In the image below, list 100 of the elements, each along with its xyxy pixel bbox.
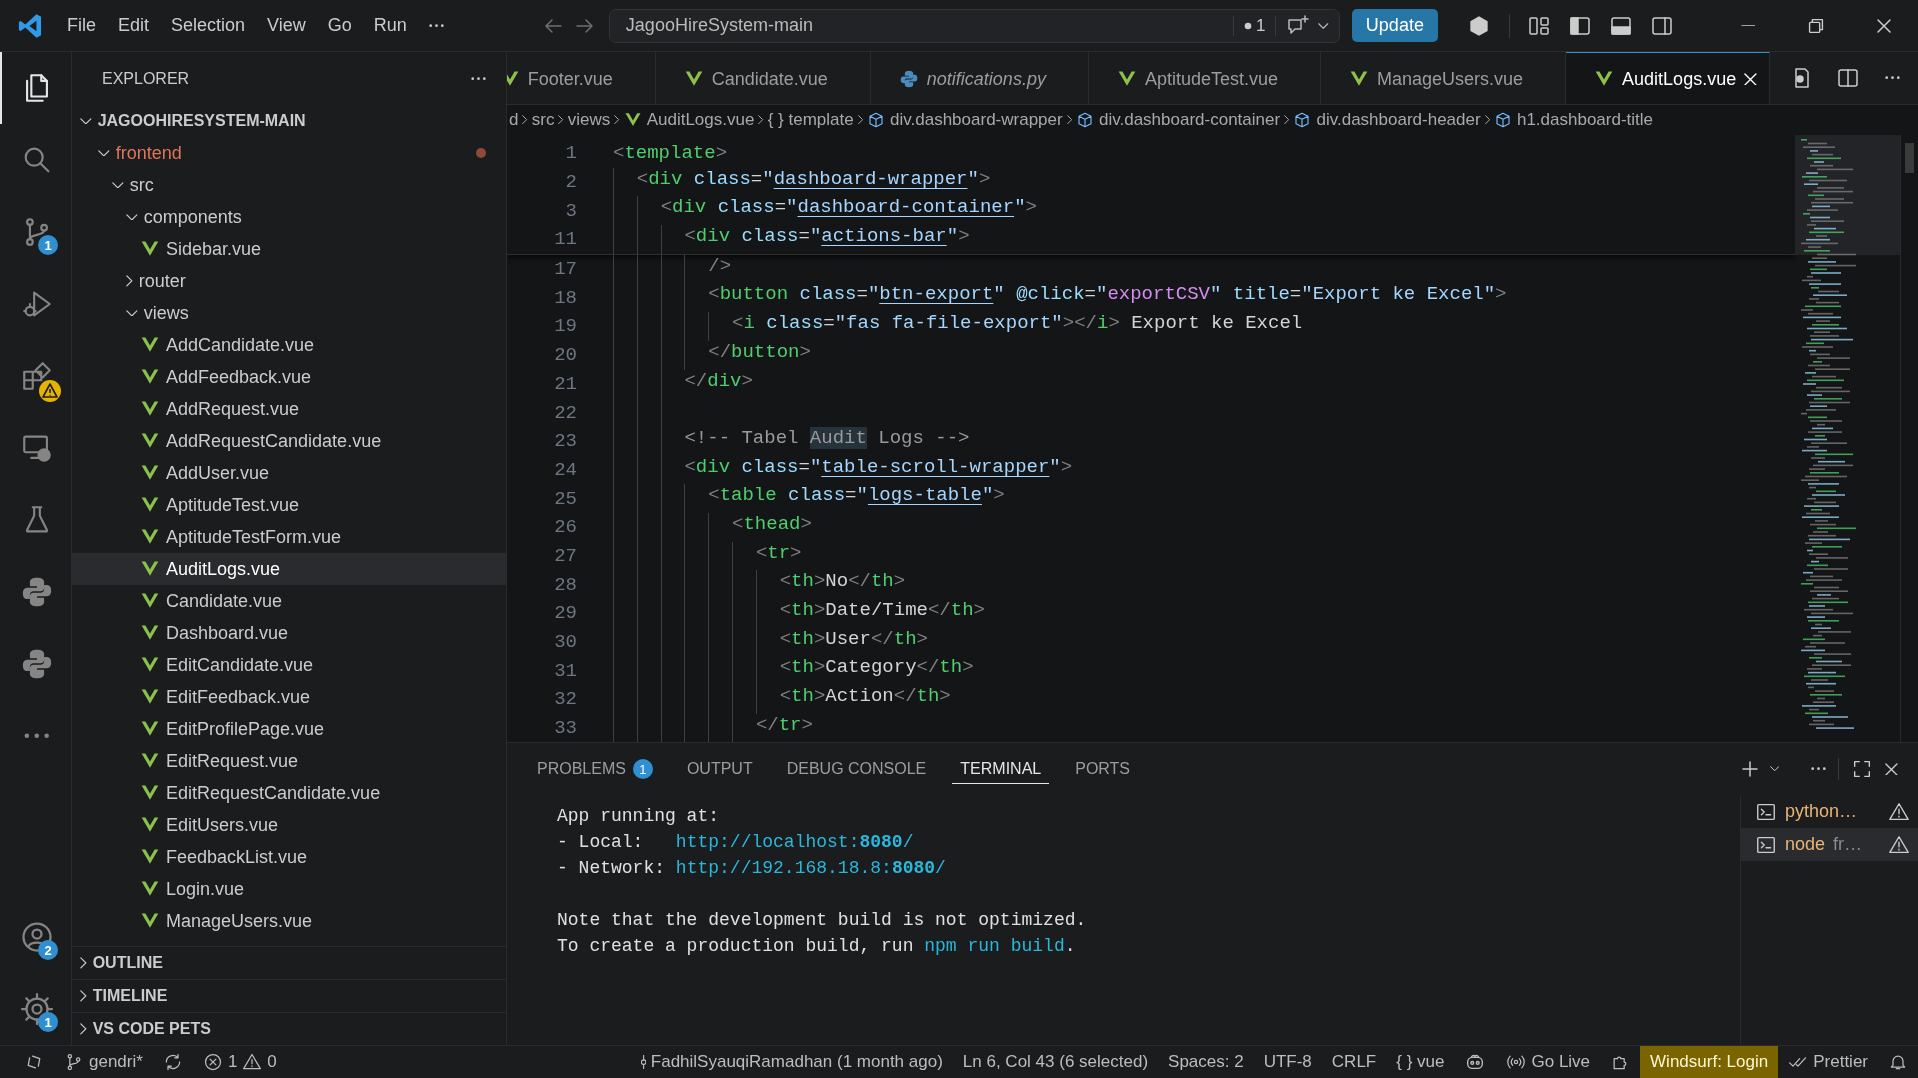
status-item[interactable]: UTF-8 [1253, 1045, 1322, 1078]
terminal-item[interactable]: python… [1741, 795, 1918, 828]
line-number: 30 [553, 631, 577, 654]
status-item[interactable]: Ln 6, Col 43 (6 selected) [952, 1045, 1159, 1078]
breadcrumb-item[interactable]: { } template [767, 110, 854, 130]
language-status[interactable]: { } vue [1386, 1045, 1455, 1078]
code-line: <div class="dashboard-container"> [577, 196, 1037, 226]
code-line: <template> [612, 142, 728, 165]
menu-item[interactable]: File [56, 11, 107, 40]
tree-item[interactable]: Sidebar.vue [72, 233, 506, 265]
login-status[interactable]: Windsurf: Login [1640, 1045, 1779, 1078]
line-number: 18 [553, 286, 577, 309]
menu-item[interactable]: View [256, 11, 317, 40]
terminal-line: To create a production build, run npm run build. [557, 935, 1077, 958]
tree-item[interactable]: EditCandidate.vue [72, 649, 506, 681]
editor-tab[interactable]: Footer.vue [507, 52, 656, 104]
section-header[interactable]: OUTLINE [72, 946, 506, 979]
breadcrumb-item[interactable]: src [531, 110, 555, 130]
tree-item[interactable]: AddCandidate.vue [72, 329, 506, 361]
tree-item[interactable]: Dashboard.vue [72, 617, 506, 649]
line-number: 25 [553, 487, 577, 510]
update-button[interactable]: Update [1351, 9, 1438, 42]
command-center[interactable]: JagooHireSystem-main 1 [608, 8, 1340, 43]
problems-status[interactable]: 1 0 [192, 1045, 287, 1078]
section-header[interactable]: TIMELINE [72, 979, 506, 1012]
line-number: 3 [564, 199, 577, 222]
menu-item[interactable]: Go [316, 11, 363, 40]
warning-icon [1888, 833, 1910, 856]
go-live-button[interactable]: Go Live [1496, 1045, 1601, 1078]
line-number: 29 [553, 602, 577, 625]
tree-item[interactable]: EditProfilePage.vue [72, 713, 506, 745]
chevron-right-icon [1066, 115, 1072, 125]
tree-item[interactable]: components [72, 201, 506, 233]
editor-tab[interactable]: AuditLogs.vue [1566, 52, 1770, 104]
chevron-right-icon [80, 1023, 87, 1035]
breadcrumb-item[interactable]: div.dashboard-container [1076, 110, 1281, 130]
blame-status[interactable]: FadhilSyauqiRamadhan (1 month ago) [630, 1045, 953, 1078]
tree-item[interactable]: EditUsers.vue [72, 809, 506, 841]
branch-status[interactable]: gendri* [54, 1045, 153, 1078]
panel-tab[interactable]: DEBUG CONSOLE [778, 754, 935, 784]
tree-item[interactable]: AddUser.vue [72, 457, 506, 489]
tree-item[interactable]: FeedbackList.vue [72, 841, 506, 873]
tree-item[interactable]: AptitudeTestForm.vue [72, 521, 506, 553]
activity-item[interactable]: 1 [0, 973, 72, 1045]
more-icon [471, 76, 486, 81]
panel-tab[interactable]: TERMINAL [952, 754, 1050, 784]
code-line: /> [577, 254, 732, 284]
breadcrumb-item[interactable]: AuditLogs.vue [623, 110, 755, 130]
breadcrumb-item[interactable]: d [509, 110, 519, 130]
tree-item[interactable]: AddRequestCandidate.vue [72, 425, 506, 457]
chevron-right-icon [857, 115, 864, 125]
count-badge: 1 [38, 235, 58, 255]
breadcrumb-item[interactable]: h1.dashboard-title [1493, 110, 1654, 130]
panel-tab[interactable]: PORTS [1067, 754, 1139, 784]
folder-item[interactable]: JAGOOHIRESYSTEM-MAIN [72, 105, 506, 137]
tree-item[interactable]: ManageUsers.vue [72, 905, 506, 937]
menu-item[interactable]: Edit [107, 11, 161, 40]
tree-item[interactable]: Candidate.vue [72, 585, 506, 617]
line-number: 31 [553, 659, 577, 682]
tree-item[interactable]: EditRequest.vue [72, 745, 506, 777]
menu-item[interactable]: Selection [160, 11, 257, 40]
line-number: 19 [553, 315, 577, 338]
tree-item[interactable]: router [72, 265, 506, 297]
chevron-right-icon [558, 115, 564, 125]
status-item[interactable]: CRLF [1321, 1045, 1387, 1078]
activity-item[interactable]: 1 [0, 196, 72, 268]
tree-item[interactable]: AuditLogs.vue [72, 553, 506, 585]
prettier-status[interactable]: Prettier [1778, 1045, 1878, 1078]
code-line: <th>Date/Time</th> [577, 599, 985, 628]
panel-tab[interactable]: OUTPUT [678, 754, 761, 784]
tree-item[interactable]: views [72, 297, 506, 329]
breadcrumb-item[interactable]: views [567, 110, 611, 130]
tree-item[interactable]: AptitudeTest.vue [72, 489, 506, 521]
status-item[interactable]: Spaces: 2 [1158, 1045, 1254, 1078]
line-number: 20 [553, 344, 577, 367]
terminal-link[interactable]: http://localhost:8080/ [675, 832, 914, 852]
chevron-down-icon [1318, 22, 1329, 29]
menu-item[interactable]: Run [362, 11, 418, 40]
panel-tab[interactable]: PROBLEMS 1 [529, 753, 661, 785]
breadcrumb-item[interactable]: div.dashboard-header [1293, 110, 1481, 130]
tree-item[interactable]: AddFeedback.vue [72, 361, 506, 393]
search-field[interactable]: JagooHireSystem-main [623, 14, 1233, 37]
code-line: </button> [577, 340, 811, 370]
line-number: 32 [553, 688, 577, 711]
line-number: 2 [564, 171, 577, 194]
tree-item[interactable]: EditFeedback.vue [72, 681, 506, 713]
warning-icon [1888, 800, 1910, 823]
tree-item[interactable]: frontend [72, 137, 506, 169]
terminal-link[interactable]: http://192.168.18.8:8080/ [675, 858, 946, 878]
tree-item[interactable]: AddRequest.vue [72, 393, 506, 425]
terminal-item[interactable]: node fr… [1741, 828, 1918, 861]
tree-item[interactable]: src [72, 169, 506, 201]
chevron-right-icon [1284, 115, 1290, 125]
scrollbar-thumb[interactable] [1905, 143, 1914, 173]
code-line: <tr> [577, 541, 802, 571]
tree-item[interactable]: Login.vue [72, 873, 506, 905]
activity-item[interactable]: 2 [0, 901, 72, 973]
more-icon [428, 23, 444, 28]
tree-item[interactable]: EditRequestCandidate.vue [72, 777, 506, 809]
breadcrumb-item[interactable]: div.dashboard-wrapper [867, 110, 1063, 130]
